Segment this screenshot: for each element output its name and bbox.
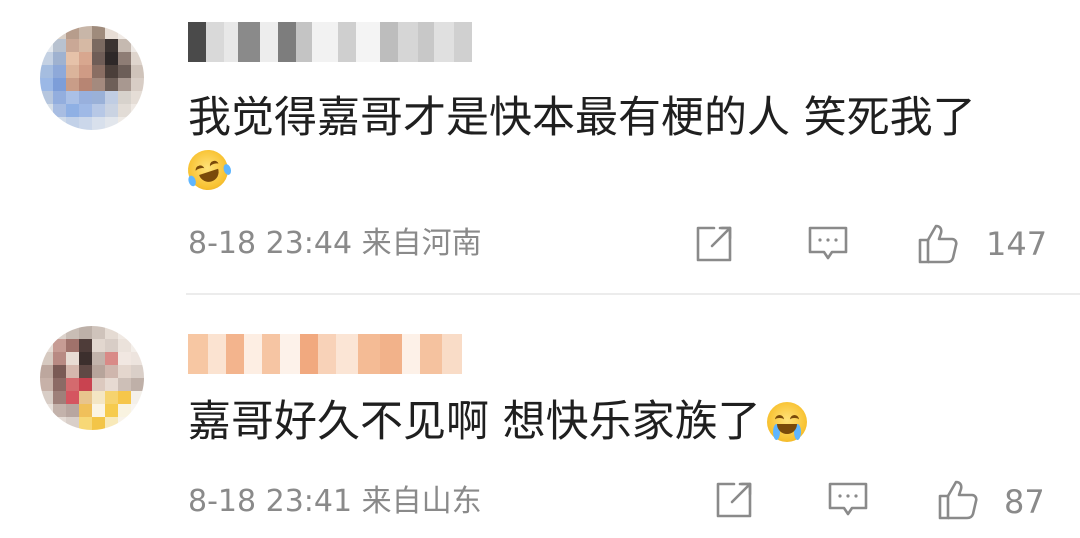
reply-button[interactable] — [806, 222, 850, 266]
comment-meta: 8-18 23:41 来自山东 — [188, 482, 482, 522]
comment-text: 嘉哥好久不见啊 想快乐家族了 — [188, 394, 807, 450]
location: 来自山东 — [361, 484, 482, 519]
share-icon — [716, 482, 752, 518]
reply-icon — [808, 226, 848, 260]
avatar[interactable] — [40, 26, 144, 130]
comment-text-content: 嘉哥好久不见啊 想快乐家族了 — [188, 397, 761, 447]
divider — [186, 293, 1080, 295]
comment-text: 我觉得嘉哥才是快本最有梗的人 笑死我了 — [188, 93, 976, 143]
comment-meta: 8-18 23:44 来自河南 — [188, 224, 482, 264]
location: 来自河南 — [361, 226, 482, 261]
like-count: 147 — [986, 225, 1048, 263]
thumbs-up-icon — [938, 480, 978, 520]
username-blurred[interactable] — [188, 334, 462, 374]
reply-button[interactable] — [826, 478, 870, 522]
username-blurred[interactable] — [188, 22, 472, 62]
share-button[interactable] — [692, 222, 736, 266]
reply-icon — [828, 482, 868, 516]
share-button[interactable] — [712, 478, 756, 522]
crying-emoji-icon — [766, 401, 807, 442]
comment-item: 我觉得嘉哥才是快本最有梗的人 笑死我了 8-18 23:44 来自河南 147 — [0, 0, 1080, 292]
timestamp: 8-18 23:41 — [188, 484, 353, 519]
laughing-crying-emoji-icon — [182, 144, 234, 196]
like-button[interactable] — [916, 222, 960, 266]
timestamp: 8-18 23:44 — [188, 226, 353, 261]
like-button[interactable] — [936, 478, 980, 522]
share-icon — [696, 226, 732, 262]
thumbs-up-icon — [918, 224, 958, 264]
avatar[interactable] — [40, 326, 144, 430]
like-count: 87 — [1004, 483, 1045, 521]
comment-item: 嘉哥好久不见啊 想快乐家族了 8-18 23:41 来自山东 87 — [0, 296, 1080, 538]
